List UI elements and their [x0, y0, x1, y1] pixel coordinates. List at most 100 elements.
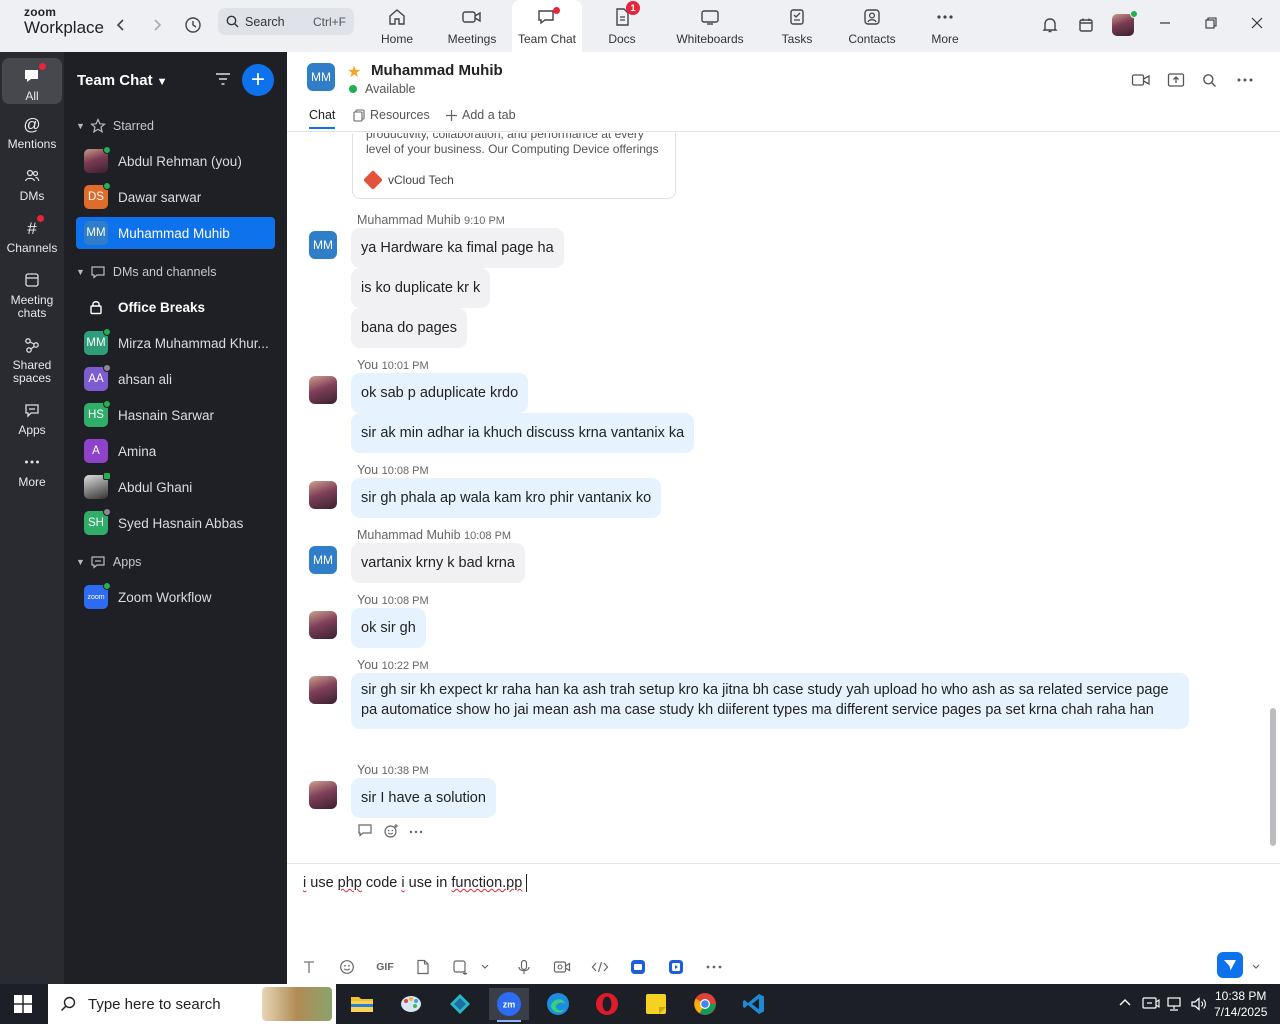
file-attach-icon[interactable]: [412, 956, 434, 978]
profile-avatar[interactable]: [1110, 10, 1138, 38]
tab-home[interactable]: Home: [368, 0, 426, 52]
link-preview-card[interactable]: productivity, collaboration, and perform…: [352, 133, 676, 199]
sidebar-item-abdul-rehman[interactable]: Abdul Rehman (you): [76, 145, 275, 177]
avatar[interactable]: [309, 611, 337, 639]
tab-more[interactable]: More: [920, 0, 970, 52]
message-bubble[interactable]: bana do pages: [351, 308, 467, 348]
more-dots-icon[interactable]: [703, 956, 725, 978]
tab-contacts[interactable]: Contacts: [844, 0, 900, 52]
rail-meeting-chats[interactable]: Meeting chats: [2, 268, 62, 320]
forward-arrow-icon[interactable]: [144, 12, 170, 38]
tab-docs[interactable]: 1 Docs: [596, 0, 648, 52]
add-tab-button[interactable]: Add a tab: [445, 108, 516, 122]
add-reaction-icon[interactable]: [383, 823, 399, 842]
message-scrollbar[interactable]: [1270, 133, 1276, 863]
bell-icon[interactable]: [1037, 12, 1063, 38]
chevron-down-icon[interactable]: [474, 956, 496, 978]
zoom-clips-icon[interactable]: [665, 956, 687, 978]
sidebar-item-ahsan-ali[interactable]: AA ahsan ali: [76, 363, 275, 395]
chevron-down-icon[interactable]: [1245, 956, 1267, 978]
sidebar-item-syed-hasnain[interactable]: SH Syed Hasnain Abbas: [76, 507, 275, 539]
filter-icon[interactable]: [214, 70, 232, 93]
vscode-icon[interactable]: [734, 988, 774, 1020]
message-bubble[interactable]: ok sab p aduplicate krdo: [351, 373, 529, 413]
send-button[interactable]: [1217, 952, 1243, 978]
scrollbar-thumb[interactable]: [1270, 708, 1276, 846]
avatar[interactable]: [309, 376, 337, 404]
rail-channels[interactable]: # Channels: [2, 215, 62, 255]
gif-icon[interactable]: GIF: [374, 956, 396, 978]
sidebar-item-dawar-sarwar[interactable]: DS Dawar sarwar: [76, 181, 275, 213]
microphone-icon[interactable]: [513, 956, 535, 978]
sticky-notes-icon[interactable]: [636, 988, 676, 1020]
rail-apps[interactable]: Apps: [2, 398, 62, 437]
video-message-icon[interactable]: [551, 956, 573, 978]
message-input[interactable]: i use php code i use in function.pp: [303, 874, 528, 892]
new-chat-button[interactable]: +: [242, 64, 274, 96]
network-icon[interactable]: [1166, 996, 1184, 1015]
zoom-taskbar-icon[interactable]: zm: [489, 988, 529, 1022]
minimize-icon[interactable]: [1150, 12, 1180, 34]
video-call-icon[interactable]: [1129, 70, 1153, 90]
message-bubble[interactable]: sir gh sir kh expect kr raha han ka ash …: [351, 673, 1189, 729]
chrome-browser-icon[interactable]: [685, 988, 725, 1020]
taskbar-search[interactable]: Type here to search: [48, 984, 336, 1024]
rail-mentions[interactable]: @ Mentions: [2, 112, 62, 151]
screenshot-icon[interactable]: [449, 956, 471, 978]
reply-icon[interactable]: [357, 823, 373, 842]
message-composer[interactable]: i use php code i use in function.pp GIF: [287, 863, 1280, 984]
avatar[interactable]: [309, 781, 337, 809]
avatar[interactable]: MM: [309, 546, 337, 574]
sidebar-item-office-breaks[interactable]: Office Breaks: [76, 291, 275, 323]
text-format-icon[interactable]: [298, 956, 320, 978]
message-bubble[interactable]: sir ak min adhar ia khuch discuss krna v…: [351, 413, 695, 453]
tab-resources[interactable]: Resources: [353, 108, 430, 122]
message-bubble[interactable]: is ko duplicate kr k: [351, 268, 491, 308]
section-dms-channels[interactable]: ▼ DMs and channels: [76, 264, 216, 280]
sidebar-item-amina[interactable]: A Amina: [76, 435, 275, 467]
more-options-icon[interactable]: [1233, 70, 1257, 90]
file-explorer-icon[interactable]: [342, 988, 382, 1020]
message-bubble[interactable]: vartanix krny k bad krna: [351, 543, 525, 583]
emoji-icon[interactable]: [336, 956, 358, 978]
edge-browser-icon[interactable]: [538, 988, 578, 1020]
zoom-app-blue-icon[interactable]: [627, 956, 649, 978]
app-diamond-icon[interactable]: [440, 988, 480, 1020]
rail-all[interactable]: All: [2, 58, 62, 104]
paint-app-icon[interactable]: [391, 988, 431, 1020]
code-snippet-icon[interactable]: [589, 956, 611, 978]
section-apps[interactable]: ▼ Apps: [76, 554, 141, 570]
rail-shared-spaces[interactable]: Shared spaces: [2, 333, 62, 385]
more-dots-icon[interactable]: [409, 823, 423, 842]
taskbar-clock[interactable]: 10:38 PM 7/14/2025: [1214, 988, 1267, 1020]
star-filled-icon[interactable]: ★: [347, 62, 361, 82]
contact-name[interactable]: Muhammad Muhib: [371, 62, 503, 79]
meet-now-icon[interactable]: [1142, 996, 1160, 1015]
sidebar-item-hasnain-sarwar[interactable]: HS Hasnain Sarwar: [76, 399, 275, 431]
history-icon[interactable]: [180, 12, 206, 38]
message-bubble[interactable]: sir I have a solution: [351, 778, 496, 818]
sidebar-item-zoom-workflow[interactable]: zoom Zoom Workflow: [76, 581, 275, 613]
restore-icon[interactable]: [1196, 12, 1226, 34]
tab-tasks[interactable]: Tasks: [774, 0, 820, 52]
avatar[interactable]: MM: [309, 231, 337, 259]
tab-chat[interactable]: Chat: [309, 108, 336, 129]
message-list[interactable]: productivity, collaboration, and perform…: [287, 133, 1280, 863]
tab-meetings[interactable]: Meetings: [440, 0, 504, 52]
share-screen-icon[interactable]: [1164, 70, 1188, 90]
tab-team-chat[interactable]: Team Chat: [512, 0, 582, 52]
contact-avatar[interactable]: MM: [307, 63, 335, 91]
sidebar-item-abdul-ghani[interactable]: Abdul Ghani: [76, 471, 275, 503]
back-arrow-icon[interactable]: [108, 12, 134, 38]
search-bar[interactable]: Search Ctrl+F: [218, 8, 354, 35]
avatar[interactable]: [309, 481, 337, 509]
sidebar-item-mirza[interactable]: MM Mirza Muhammad Khur...: [76, 327, 275, 359]
volume-icon[interactable]: [1190, 996, 1208, 1015]
rail-dms[interactable]: DMs: [2, 164, 62, 203]
search-icon[interactable]: [1197, 70, 1221, 90]
tab-whiteboards[interactable]: Whiteboards: [670, 0, 750, 52]
windows-start-icon[interactable]: [14, 995, 32, 1018]
sidebar-item-muhammad-muhib[interactable]: MM Muhammad Muhib: [76, 217, 275, 249]
calendar-icon[interactable]: [1073, 12, 1099, 38]
sidebar-title[interactable]: Team Chat ▼: [77, 72, 167, 89]
